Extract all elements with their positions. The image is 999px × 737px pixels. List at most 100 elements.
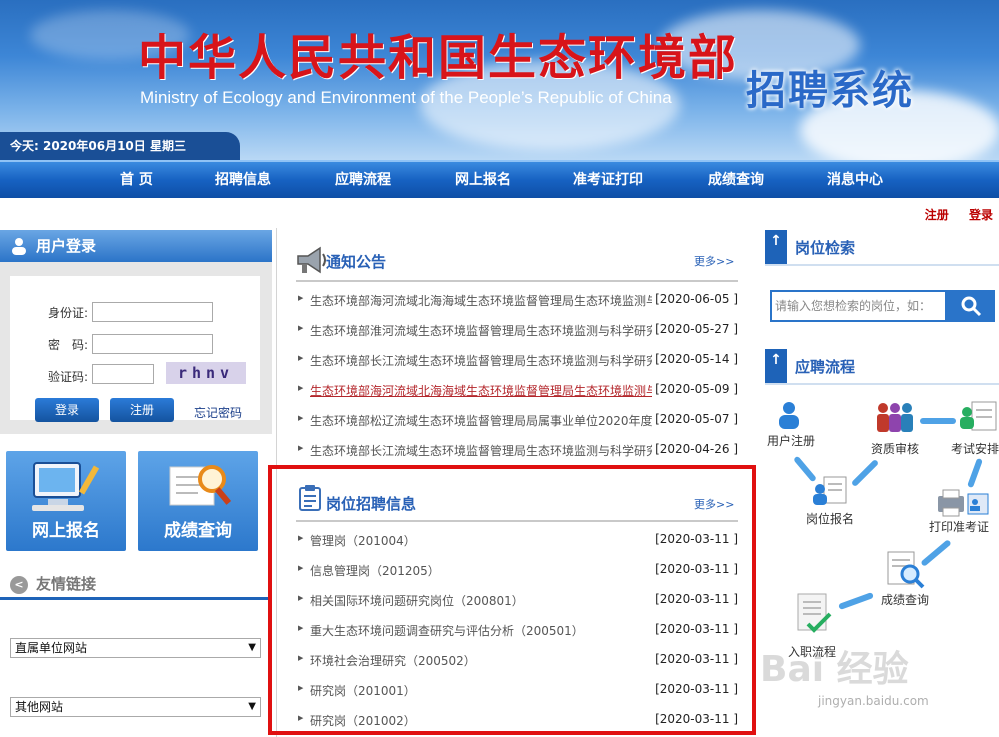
notice-row[interactable]: ▶ 生态环境部海河流域北海海域生态环境监督管理局生态环境监测与科学研究中心[202… (298, 290, 738, 310)
id-input[interactable] (92, 302, 213, 322)
chevron-down-icon: ▼ (248, 701, 256, 712)
date-text: 今天: 2020年06月10日 星期三 (0, 132, 240, 160)
captcha-input[interactable] (92, 364, 154, 384)
notice-row[interactable]: ▶ 生态环境部长江流域生态环境监督管理局生态环境监测与科学研究中心 [2020-05… (298, 350, 738, 370)
site-title: 中华人民共和国生态环境部 (138, 30, 739, 86)
score-tile-label: 成绩查询 (164, 521, 232, 541)
score-query-icon (887, 551, 925, 589)
search-header: ↑ 岗位检索 (765, 230, 999, 266)
user-register-icon (779, 402, 799, 429)
bullet-icon: ▶ (298, 414, 304, 422)
notice-date: [2020-05-07 ] (655, 412, 738, 426)
arrow-up-icon: ↑ (765, 349, 787, 383)
notice-date: [2020-05-14 ] (655, 352, 738, 366)
job-apply-icon (813, 476, 847, 505)
notice-title[interactable]: 生态环境部长江流域生态环境监督管理局生态环境监测与科学研究中心 (310, 442, 652, 459)
nav-messages[interactable]: 消息中心 (827, 162, 883, 198)
step-print: 打印准考证 (929, 520, 990, 534)
site-subtitle: Ministry of Ecology and Environment of t… (140, 88, 672, 107)
onboarding-icon (797, 593, 832, 633)
notice-row[interactable]: ▶ 生态环境部长江流域生态环境监督管理局生态环境监测与科学研究中心 [2020-04… (298, 440, 738, 460)
step-apply: 岗位报名 (806, 512, 855, 526)
affiliate-site-select[interactable]: 直属单位网站 ▼ (10, 638, 261, 658)
links-title: 友情链接 (36, 575, 97, 593)
bullet-icon: ▶ (298, 384, 304, 392)
password-label: 密 码: (48, 338, 89, 352)
watermark-url: jingyan.baidu.com (818, 694, 929, 708)
step-review: 资质审核 (871, 442, 920, 456)
flow-arrow (920, 418, 956, 424)
notice-title[interactable]: 生态环境部淮河流域生态环境监督管理局生态环境监测与科学研究中心 (310, 322, 652, 339)
login-button[interactable]: 登录 (35, 398, 99, 422)
apply-tile[interactable]: 网上报名 (6, 451, 126, 551)
step-exam: 考试安排 (951, 442, 999, 456)
search-button[interactable] (947, 290, 995, 322)
nav-admit-print[interactable]: 准考证打印 (573, 162, 643, 198)
exam-schedule-icon (960, 401, 997, 431)
nav-apply[interactable]: 网上报名 (455, 162, 511, 198)
nav-score[interactable]: 成绩查询 (708, 162, 764, 198)
register-link[interactable]: 注册 (925, 208, 949, 222)
notices-divider (296, 280, 738, 282)
register-button[interactable]: 注册 (110, 398, 174, 422)
user-icon (12, 238, 26, 255)
watermark: Bai 经验 (760, 649, 909, 690)
notice-title[interactable]: 生态环境部海河流域北海海域生态环境监督管理局生态环境监测与科学研究中心 (310, 292, 652, 309)
notice-title[interactable]: 生态环境部长江流域生态环境监督管理局生态环境监测与科学研究中心 (310, 352, 652, 369)
qualification-review-icon (877, 403, 913, 432)
bullet-icon: ▶ (298, 354, 304, 362)
login-header: 用户登录 (0, 230, 272, 262)
notice-date: [2020-06-05 ] (655, 292, 738, 306)
login-form: 身份证: 密 码: 验证码: rhnv 登录 注册 忘记密码 (10, 276, 260, 422)
main-nav: 首 页 招聘信息 应聘流程 网上报名 准考证打印 成绩查询 消息中心 (0, 160, 999, 198)
forgot-password-link[interactable]: 忘记密码 (194, 404, 242, 421)
apply-tile-label: 网上报名 (32, 521, 100, 541)
notice-title[interactable]: 生态环境部松辽流域生态环境监督管理局局属事业单位2020年度公开招聘 (310, 412, 652, 429)
notice-row[interactable]: ▶ 生态环境部海河流域北海海域生态环境监督管理局生态环境监测与科学研究中心[202… (298, 380, 738, 400)
score-tile[interactable]: 成绩查询 (138, 451, 258, 551)
share-icon: < (10, 576, 28, 594)
notice-row[interactable]: ▶ 生态环境部淮河流域生态环境监督管理局生态环境监测与科学研究中心 [2020-05… (298, 320, 738, 340)
nav-recruit-info[interactable]: 招聘信息 (215, 162, 271, 198)
nav-process[interactable]: 应聘流程 (335, 162, 391, 198)
process-header: ↑ 应聘流程 (765, 349, 999, 385)
notices-more-link[interactable]: 更多>> (694, 253, 734, 269)
notice-row[interactable]: ▶ 生态环境部松辽流域生态环境监督管理局局属事业单位2020年度公开招聘[2020… (298, 410, 738, 430)
affiliate-site-value: 直属单位网站 (15, 641, 88, 655)
top-links: 注册 登录 (909, 206, 993, 223)
search-title: 岗位检索 (795, 239, 856, 257)
captcha-image[interactable]: rhnv (166, 362, 246, 384)
system-name: 招聘系统 (746, 67, 914, 114)
nav-home[interactable]: 首 页 (120, 162, 153, 198)
search-icon (961, 296, 982, 317)
notices-title: 通知公告 (326, 253, 387, 271)
header-banner: 中华人民共和国生态环境部 Ministry of Ecology and Env… (0, 0, 999, 160)
bullet-icon: ▶ (298, 294, 304, 302)
bullet-icon: ▶ (298, 324, 304, 332)
chevron-down-icon: ▼ (248, 642, 256, 653)
process-title: 应聘流程 (795, 358, 856, 376)
bullet-icon: ▶ (298, 444, 304, 452)
printer-icon (938, 489, 989, 517)
links-header: < 友情链接 (0, 570, 272, 600)
highlight-box (268, 465, 756, 735)
flow-arrow (850, 458, 880, 488)
password-input[interactable] (92, 334, 213, 354)
notice-date: [2020-05-27 ] (655, 322, 738, 336)
arrow-up-icon: ↑ (765, 230, 787, 264)
notice-date: [2020-04-26 ] (655, 442, 738, 456)
flow-arrow (838, 592, 874, 610)
flow-arrow (967, 457, 983, 489)
megaphone-icon (297, 246, 326, 274)
notice-title[interactable]: 生态环境部海河流域北海海域生态环境监督管理局生态环境监测与科学研究中心 (310, 382, 652, 399)
other-site-value: 其他网站 (15, 700, 64, 714)
step-score: 成绩查询 (881, 593, 930, 607)
search-input[interactable]: 请输入您想检索的岗位，如： (770, 290, 947, 322)
step-register: 用户注册 (767, 434, 816, 448)
login-link[interactable]: 登录 (969, 208, 993, 222)
notice-date: [2020-05-09 ] (655, 382, 738, 396)
login-panel: 身份证: 密 码: 验证码: rhnv 登录 注册 忘记密码 (0, 262, 272, 434)
other-site-select[interactable]: 其他网站 ▼ (10, 697, 261, 717)
login-title: 用户登录 (36, 237, 97, 255)
captcha-label: 验证码: (48, 370, 89, 384)
